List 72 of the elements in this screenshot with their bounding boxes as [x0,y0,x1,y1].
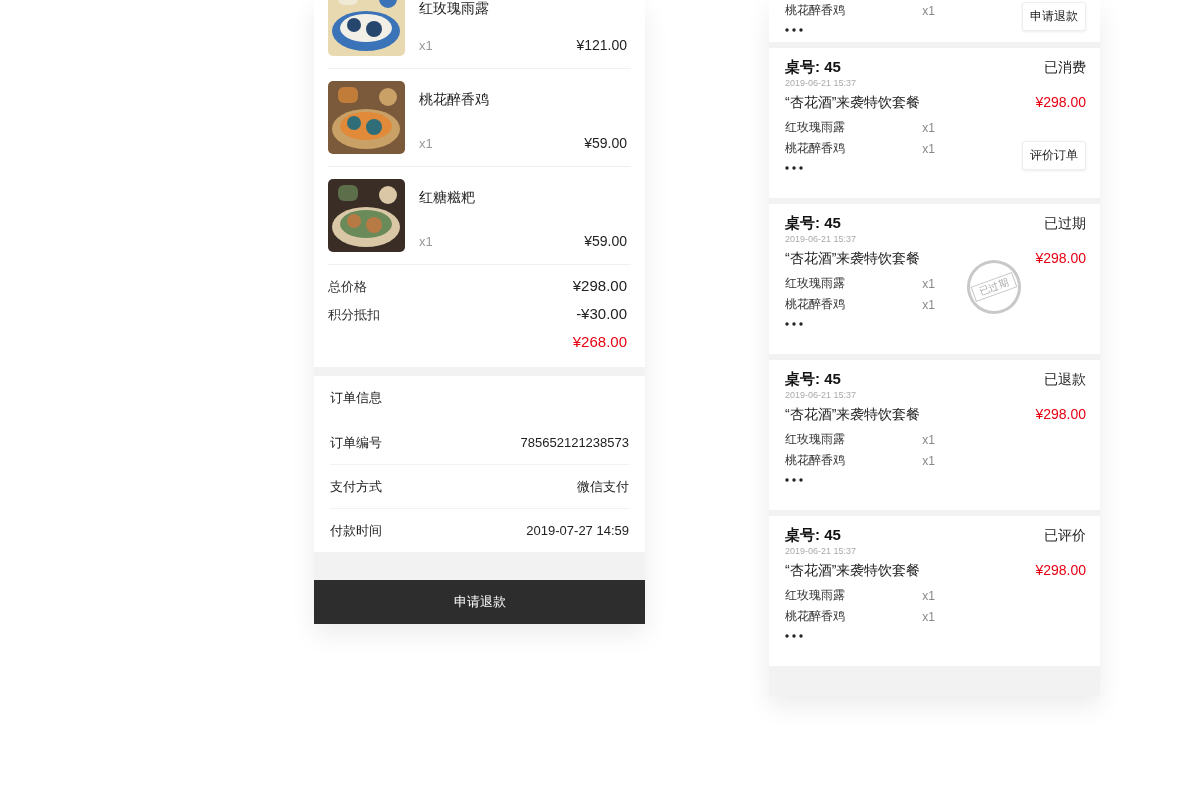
order-action-button[interactable]: 评价订单 [1022,141,1086,170]
more-icon [785,634,803,638]
order-status: 已评价 [1044,527,1086,545]
dish-name: 红玫瑰雨露 [785,275,845,292]
info-value: 785652121238573 [520,435,629,450]
quantity: x1 [419,38,433,53]
total-value: -¥30.00 [576,305,627,322]
dish-price: ¥59.00 [584,135,627,151]
refund-button[interactable]: 申请退款 [314,580,645,624]
package-name: “杏花酒”来袭特饮套餐 [785,406,921,424]
package-name: “杏花酒”来袭特饮套餐 [785,562,921,580]
order-action-button[interactable]: 申请退款 [1022,2,1086,31]
total-label: 积分抵扣 [328,306,380,324]
order-price: ¥298.00 [1035,94,1086,112]
dish-price: ¥59.00 [584,233,627,249]
order-card[interactable]: 桃花醉香鸡 x1 申请退款 [769,0,1100,42]
quantity: x1 [922,609,935,624]
quantity: x1 [922,3,935,18]
info-label: 付款时间 [330,521,382,540]
table-number: 桌号: 45 [785,370,841,389]
info-value: 微信支付 [577,477,629,496]
dish-name: 桃花醉香鸡 [419,91,490,109]
dish-name: 红玫瑰雨露 [785,431,845,448]
more-icon [785,166,803,170]
more-icon [785,28,803,32]
order-date: 2019-06-21 15:37 [785,78,858,88]
table-number: 桌号: 45 [785,214,841,233]
dish-name: 桃花醉香鸡 [785,140,845,157]
order-status: 已消费 [1044,59,1086,77]
package-name: “杏花酒”来袭特饮套餐 [785,94,921,112]
order-card[interactable]: 桌号: 45 已评价 2019-06-21 15:37 “杏花酒”来袭特饮套餐 ¥298.00 红玫瑰雨露 x1 桃花醉香鸡 x1 [769,516,1100,666]
more-icon [785,322,803,326]
order-status: 已退款 [1044,371,1086,389]
order-price: ¥298.00 [1035,562,1086,580]
dish-name: 桃花醉香鸡 [785,296,845,313]
quantity: x1 [922,120,935,135]
section-title: 订单信息 [330,389,383,407]
info-value: 2019-07-27 14:59 [526,523,629,538]
info-label: 支付方式 [330,477,382,496]
package-name: “杏花酒”来袭特饮套餐 [785,250,921,268]
quantity: x1 [922,432,935,447]
table-number: 桌号: 45 [785,526,841,545]
payable-amount: ¥268.00 [572,333,627,350]
order-card[interactable]: 桌号: 45 已退款 2019-06-21 15:37 “杏花酒”来袭特饮套餐 ¥298.00 红玫瑰雨露 x1 桃花醉香鸡 x1 [769,360,1100,510]
quantity: x1 [922,297,935,312]
order-price: ¥298.00 [1035,250,1086,268]
order-date: 2019-06-21 15:37 [785,546,858,556]
total-label: 总价格 [328,278,367,296]
order-date: 2019-06-21 15:37 [785,390,858,400]
more-icon [785,478,803,482]
quantity: x1 [922,276,935,291]
dish-name: 红玫瑰雨露 [785,587,845,604]
table-number: 桌号: 45 [785,58,841,77]
dish-name: 红玫瑰雨露 [785,119,845,136]
order-card[interactable]: 桌号: 45 已过期 2019-06-21 15:37 “杏花酒”来袭特饮套餐 ¥298.00 红玫瑰雨露 x1 桃花醉香鸡 x1 已过期 [769,204,1100,354]
total-value: ¥298.00 [572,277,627,294]
dish-name: 红玫瑰雨露 [419,0,490,18]
order-card[interactable]: 桌号: 45 已消费 2019-06-21 15:37 “杏花酒”来袭特饮套餐 ¥298.00 红玫瑰雨露 x1 桃花醉香鸡 x1 评价订单 [769,48,1100,198]
quantity: x1 [922,141,935,156]
quantity: x1 [419,234,433,249]
dish-name: 桃花醉香鸡 [785,2,845,19]
dish-name: 红糖糍粑 [419,189,476,207]
order-date: 2019-06-21 15:37 [785,234,858,244]
order-price: ¥298.00 [1035,406,1086,424]
info-label: 订单编号 [330,433,382,452]
dish-name: 桃花醉香鸡 [785,452,845,469]
quantity: x1 [419,136,433,151]
order-status: 已过期 [1044,215,1086,233]
quantity: x1 [922,588,935,603]
dish-price: ¥121.00 [576,37,627,53]
dish-name: 桃花醉香鸡 [785,608,845,625]
quantity: x1 [922,453,935,468]
